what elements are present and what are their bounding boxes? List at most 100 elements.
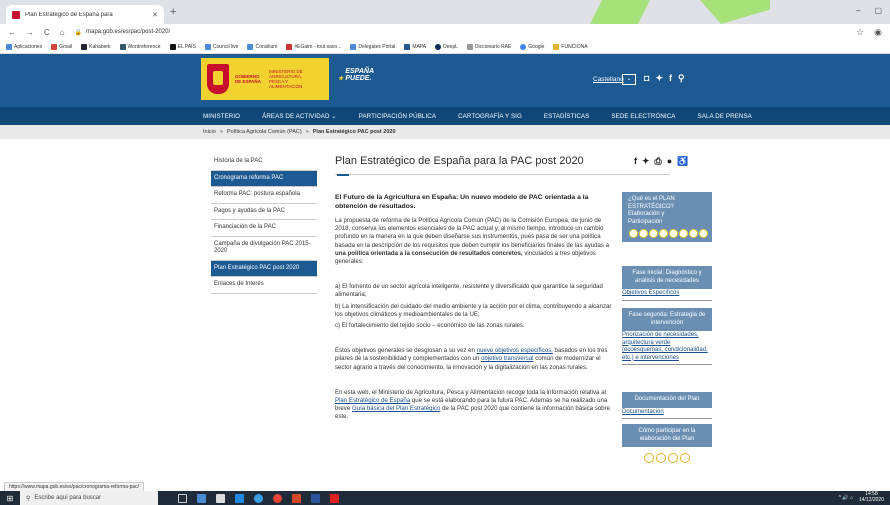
fase-inicial-box[interactable]: Fase inicial: Diagnóstico y análisis de …	[622, 266, 712, 289]
website-paragraph: En esta web, el Ministerio de Agricultur…	[335, 388, 610, 421]
coat-of-arms-icon	[207, 64, 229, 94]
bookmark-item[interactable]: EL PAÍS	[169, 43, 196, 50]
bookmark-item[interactable]: MAPA	[404, 43, 426, 50]
bookmark-star-icon[interactable]: ☆	[856, 27, 864, 38]
left-menu-item[interactable]: Pagos y ayudas de la PAC	[211, 204, 317, 220]
bookmark-item[interactable]: Consilium	[247, 43, 277, 50]
bookmark-item[interactable]: Council live	[204, 43, 238, 50]
priorizacion-link[interactable]: Priorización de necesidades, arquitectur…	[622, 331, 712, 365]
objective-c: c) El fortalecimiento del tejido socio –…	[335, 322, 525, 330]
intro-paragraph: La propuesta de reforma de la Política A…	[335, 217, 610, 266]
breadcrumb-home[interactable]: Inicio	[203, 129, 216, 135]
accessibility-icon[interactable]: ♿	[677, 156, 688, 167]
url-field[interactable]: 🔒 mapa.gob.es/es/pac/post-2020/	[75, 29, 846, 36]
powerpoint-icon[interactable]	[292, 493, 301, 503]
left-menu-item[interactable]: Historia de la PAC	[211, 154, 317, 171]
minimize-icon[interactable]: –	[856, 6, 860, 15]
plan-link[interactable]: Plan Estratégico de España	[335, 397, 410, 404]
social-links: ◘ ✦ f ⚲	[644, 73, 685, 84]
windows-start-icon[interactable]: ⊞	[0, 491, 20, 505]
language-selector[interactable]: Castellano	[593, 76, 624, 83]
left-menu: Historia de la PAC Cronograma reforma PA…	[211, 154, 317, 294]
chrome-icon[interactable]	[273, 493, 282, 503]
nav-item-ministerio[interactable]: MINISTERIO	[203, 113, 240, 120]
bookmark-item[interactable]: Diccionario RAE	[466, 43, 511, 50]
folder-icon	[204, 43, 211, 50]
guide-link[interactable]: Guía básica del Plan Estratégico	[352, 405, 440, 412]
bookmark-item[interactable]: Wordreference	[119, 43, 161, 50]
bookmark-item[interactable]: Aplicaciones	[6, 43, 42, 50]
tab-close-icon[interactable]: ✕	[152, 11, 158, 19]
right-column-3: Fase segunda: Estrategia de intervención…	[622, 308, 712, 365]
person-icon	[680, 453, 690, 463]
documentacion-box[interactable]: Documentación del Plan	[622, 392, 712, 408]
taskbar-search[interactable]: ⚲ Escribe aquí para buscar	[20, 491, 158, 505]
bookmark-item[interactable]: Google	[520, 43, 544, 50]
facebook-icon[interactable]: f	[634, 156, 637, 167]
participar-box[interactable]: Cómo participar en la elaboración del Pl…	[622, 424, 712, 447]
left-menu-item[interactable]: Reforma PAC: postura española	[211, 187, 317, 204]
browser-tab[interactable]: Plan Estratégico de España para ✕	[6, 5, 164, 24]
left-menu-item-current[interactable]: Plan Estratégico PAC post 2020	[211, 260, 317, 277]
bookmark-item[interactable]: Gmail	[51, 43, 72, 50]
ministry-logo[interactable]: GOBIERNO DE ESPAÑA MINISTERIO DE AGRICUL…	[201, 58, 329, 100]
bookmark-icon	[404, 43, 411, 50]
account-icon[interactable]: ◉	[874, 27, 882, 38]
back-icon[interactable]: ←	[8, 28, 16, 37]
fase-segunda-box[interactable]: Fase segunda: Estrategia de intervención	[622, 308, 712, 331]
clock-date: 14/12/2020	[858, 496, 884, 503]
restore-icon[interactable]: ▢	[874, 6, 882, 15]
bookmark-item[interactable]: Delegates Portal	[350, 43, 395, 50]
left-menu-item[interactable]: Financiación de la PAC	[211, 220, 317, 237]
taskbar-apps	[178, 493, 339, 503]
left-menu-item[interactable]: Enlaces de Interés	[211, 277, 317, 294]
nav-item-areas[interactable]: ÁREAS DE ACTIVIDAD ⌄	[262, 113, 337, 120]
calculator-icon[interactable]	[197, 493, 206, 503]
home-icon[interactable]: ⌂	[60, 28, 65, 37]
explorer-icon[interactable]	[235, 493, 244, 503]
objetivos-link[interactable]: Objetivos Específicos	[622, 289, 712, 301]
word-icon[interactable]	[311, 493, 320, 503]
nav-item-cartografia[interactable]: CARTOGRAFÍA Y SIG	[458, 113, 522, 120]
share-icon[interactable]: ●	[667, 156, 672, 167]
person-icon	[644, 453, 654, 463]
task-view-icon[interactable]	[178, 493, 187, 503]
bookmark-item[interactable]: #EGalm - tout savo...	[286, 43, 341, 50]
search-icon[interactable]: ⚲	[678, 73, 685, 84]
circle-icon	[648, 229, 658, 238]
left-menu-item[interactable]: Campaña de divulgación PAC 2015-2020	[211, 237, 317, 261]
nav-item-estadisticas[interactable]: ESTADÍSTICAS	[544, 113, 589, 120]
chevron-down-icon[interactable]: ⌄	[622, 74, 636, 85]
specific-objectives-link[interactable]: nueve objetivos específicos,	[477, 347, 553, 354]
edge-icon[interactable]	[254, 493, 263, 503]
instagram-icon[interactable]: ◘	[644, 73, 649, 84]
tray-icons[interactable]: ^ 🔊 ⌂	[839, 495, 853, 501]
reload-icon[interactable]: C	[44, 28, 50, 37]
new-tab-icon[interactable]: +	[170, 6, 176, 18]
left-menu-item-active[interactable]: Cronograma reforma PAC	[211, 170, 317, 187]
nav-item-prensa[interactable]: SALA DE PRENSA	[698, 113, 752, 120]
bookmark-item[interactable]: Kahaberk	[81, 43, 111, 50]
folder-icon	[247, 43, 254, 50]
clock[interactable]: 14:58 14/12/2020	[858, 491, 884, 503]
print-icon[interactable]: ⎙	[655, 156, 662, 167]
facebook-icon[interactable]: f	[669, 73, 672, 84]
plan-info-box[interactable]: ¿Qué es el PLAN ESTRATÉGICO? Elaboración…	[622, 192, 712, 242]
twitter-icon[interactable]: ✦	[655, 73, 663, 84]
documentacion-link[interactable]: Documentación	[622, 408, 712, 419]
breadcrumb-level1[interactable]: Política Agrícola Común (PAC)	[227, 129, 302, 135]
bookmark-item[interactable]: DeepL	[435, 43, 458, 50]
nav-item-sede[interactable]: SEDE ELECTRÓNICA	[611, 113, 675, 120]
mail-icon[interactable]	[216, 493, 225, 503]
bookmark-item[interactable]: FUNCIONA	[553, 43, 588, 50]
bold-phrase: una política orientada a la consecución …	[335, 249, 523, 257]
forward-icon[interactable]: →	[26, 28, 34, 37]
windows-taskbar: ⊞ ⚲ Escribe aquí para buscar ^ 🔊 ⌂ 14:58…	[0, 491, 890, 505]
transversal-objective-link[interactable]: objetivo transversal	[481, 355, 534, 362]
twitter-icon[interactable]: ✦	[642, 156, 650, 167]
bookmark-icon	[435, 43, 442, 50]
nav-item-participacion[interactable]: PARTICIPACIÓN PÚBLICA	[359, 113, 436, 120]
breadcrumb-separator: »	[219, 129, 223, 135]
right-column-5: Cómo participar en la elaboración del Pl…	[622, 424, 712, 469]
acrobat-icon[interactable]	[330, 493, 339, 503]
